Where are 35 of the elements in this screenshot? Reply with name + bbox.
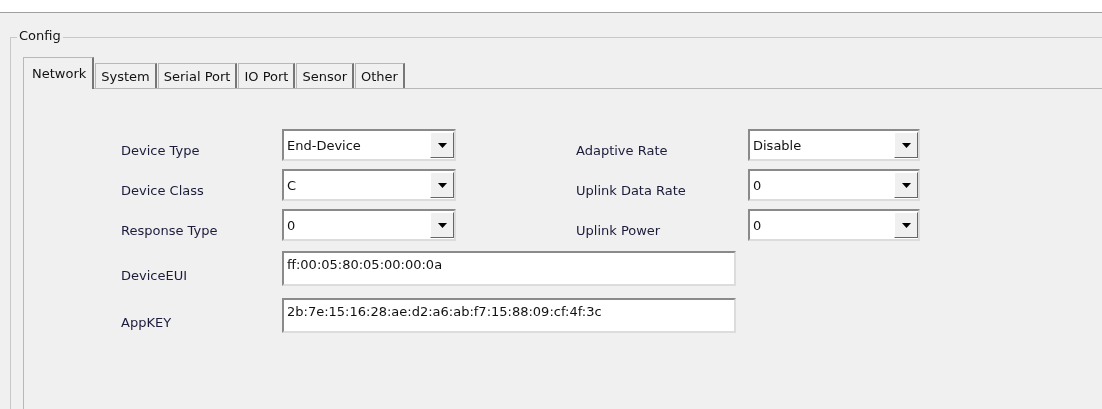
field-label: Response Type	[121, 223, 219, 240]
tab[interactable]: Serial Port	[157, 63, 238, 88]
combo-box[interactable]: C	[282, 169, 456, 201]
caret-icon	[901, 222, 911, 228]
field-label: AppKEY	[121, 315, 173, 332]
dropdown-button[interactable]	[430, 132, 454, 158]
caret-icon	[437, 182, 447, 188]
field-label: DeviceEUI	[121, 268, 189, 285]
caret-icon	[901, 142, 911, 148]
combo-box[interactable]: 0	[282, 209, 456, 241]
tab[interactable]: IO Port	[238, 63, 296, 88]
tab[interactable]: Other	[355, 63, 405, 88]
group-title: Config	[17, 28, 63, 43]
input-field[interactable]: ff:00:05:80:05:00:00:0a	[282, 251, 736, 286]
dropdown-button[interactable]	[430, 212, 454, 238]
field-label: Device Type	[121, 143, 201, 160]
caret-icon	[437, 142, 447, 148]
tab[interactable]: Sensor	[296, 63, 354, 88]
field-label: Uplink Power	[576, 223, 662, 240]
combo-box[interactable]: Disable	[748, 129, 920, 161]
dropdown-button[interactable]	[430, 172, 454, 198]
caret-icon	[437, 222, 447, 228]
dropdown-button[interactable]	[894, 172, 918, 198]
combo-box[interactable]: 0	[748, 209, 920, 241]
combo-box[interactable]: End-Device	[282, 129, 456, 161]
field-label: Adaptive Rate	[576, 143, 669, 160]
dropdown-button[interactable]	[894, 212, 918, 238]
field-label: Device Class	[121, 183, 205, 200]
caret-icon	[901, 182, 911, 188]
combo-box[interactable]: 0	[748, 169, 920, 201]
tab[interactable]: System	[95, 63, 157, 88]
field-label: Uplink Data Rate	[576, 183, 687, 200]
tab[interactable]: Network	[23, 57, 95, 89]
input-field[interactable]: 2b:7e:15:16:28:ae:d2:a6:ab:f7:15:88:09:cf:4f:3c	[282, 298, 736, 333]
dropdown-button[interactable]	[894, 132, 918, 158]
